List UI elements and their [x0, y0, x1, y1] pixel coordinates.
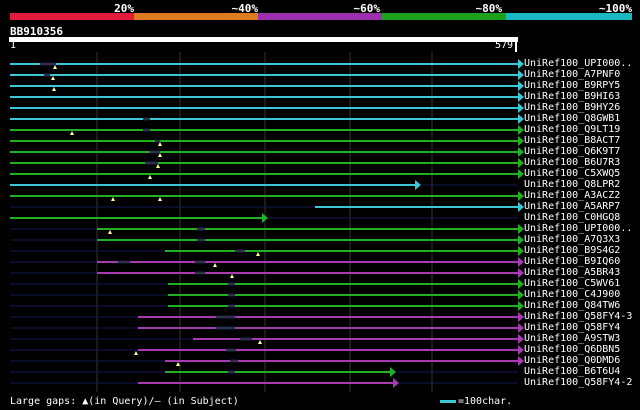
hit-label[interactable]: UniRef100_B8ACT7 — [524, 135, 620, 146]
hit-label[interactable]: UniRef100_C0HGQ8 — [524, 212, 620, 223]
query-gap-marker — [176, 362, 180, 366]
hit-label[interactable]: UniRef100_B6T6U4 — [524, 366, 620, 377]
hit-label[interactable]: UniRef100_A5ARP7 — [524, 201, 620, 212]
hit-label[interactable]: UniRef100_A9STW3 — [524, 333, 620, 344]
hit-label[interactable]: UniRef100_A7Q3X3 — [524, 234, 620, 245]
hit-label[interactable]: UniRef100_UPI000.. — [524, 58, 632, 69]
hit-label[interactable]: UniRef100_B9IQ60 — [524, 256, 620, 267]
hit-label[interactable]: UniRef100_A3ACZ2 — [524, 190, 620, 201]
query-gap-marker — [256, 252, 260, 256]
hit-label[interactable]: UniRef100_B9HY26 — [524, 102, 620, 113]
hit-label[interactable]: UniRef100_Q84TW6 — [524, 300, 620, 311]
hit-label[interactable]: UniRef100_Q58FY4 — [524, 322, 620, 333]
query-gap-marker — [51, 76, 55, 80]
hit-label[interactable]: UniRef100_Q58FY4-2 — [524, 377, 632, 388]
query-gap-marker — [213, 263, 217, 267]
query-gap-marker — [134, 351, 138, 355]
hit-arrow-head — [415, 180, 421, 190]
scale-label: =100char. — [458, 396, 513, 407]
hit-label[interactable]: UniRef100_Q8GWB1 — [524, 113, 620, 124]
query-gap-marker — [148, 175, 152, 179]
query-gap-marker — [111, 197, 115, 201]
query-gap-marker — [230, 274, 234, 278]
hit-label[interactable]: UniRef100_Q8LPR2 — [524, 179, 620, 190]
hit-label[interactable]: UniRef100_A7PNF0 — [524, 69, 620, 80]
hit-label[interactable]: UniRef100_UPI000.. — [524, 223, 632, 234]
hit-label[interactable]: UniRef100_Q6DBN5 — [524, 344, 620, 355]
hit-label[interactable]: UniRef100_Q0DMD6 — [524, 355, 620, 366]
hit-label[interactable]: UniRef100_B6U7R3 — [524, 157, 620, 168]
hit-label[interactable]: UniRef100_C5WV61 — [524, 278, 620, 289]
hit-label[interactable]: UniRef100_C5XWQ5 — [524, 168, 620, 179]
query-gap-marker — [70, 131, 74, 135]
hit-label[interactable]: UniRef100_A5BR43 — [524, 267, 620, 278]
hit-label[interactable]: UniRef100_Q6K9T7 — [524, 146, 620, 157]
hit-label[interactable]: UniRef100_Q58FY4-3 — [524, 311, 632, 322]
scale-bar — [440, 400, 456, 403]
gaps-legend: Large gaps: ▲(in Query)/– (in Subject) — [10, 396, 239, 407]
hit-label[interactable]: UniRef100_Q9LT19 — [524, 124, 620, 135]
hit-arrow-head — [390, 367, 396, 377]
query-gap-marker — [258, 340, 262, 344]
hit-label[interactable]: UniRef100_C4J900 — [524, 289, 620, 300]
query-gap-marker — [158, 197, 162, 201]
hit-label[interactable]: UniRef100_B9S4G2 — [524, 245, 620, 256]
query-gap-marker — [108, 230, 112, 234]
hit-arrow-head — [393, 378, 399, 388]
hit-label[interactable]: UniRef100_B9RPY5 — [524, 80, 620, 91]
hit-label[interactable]: UniRef100_B9HI63 — [524, 91, 620, 102]
query-gap-marker — [52, 87, 56, 91]
